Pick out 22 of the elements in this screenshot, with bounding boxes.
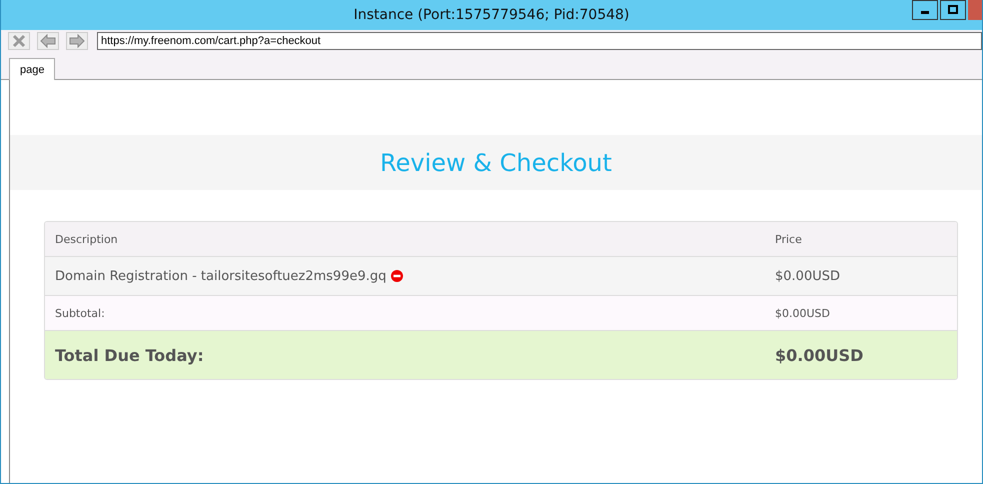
address-field[interactable]: https://my.freenom.com/cart.php?a=checkout bbox=[97, 32, 982, 50]
description-cell: Total Due Today: bbox=[55, 346, 204, 364]
window-title: Instance (Port:1575779546; Pid:70548) bbox=[354, 7, 630, 23]
right-arrow-icon bbox=[69, 34, 85, 48]
stop-button[interactable] bbox=[8, 32, 30, 50]
minimize-button[interactable] bbox=[912, 0, 938, 20]
column-header: Price bbox=[775, 232, 803, 246]
column-header: Description bbox=[55, 232, 119, 246]
page-heading: Review & Checkout bbox=[380, 148, 612, 176]
close-icon bbox=[11, 33, 27, 49]
maximize-icon bbox=[948, 5, 958, 15]
forward-button[interactable] bbox=[66, 32, 88, 50]
price-cell-text: $0.00USD bbox=[775, 306, 831, 320]
maximize-button[interactable] bbox=[940, 0, 966, 20]
description-cell: Subtotal: bbox=[55, 306, 105, 320]
price-cell-text: $0.00USD bbox=[775, 346, 864, 364]
description-cell: Domain Registration - tailorsitesoftuez2ms99e9.gq bbox=[55, 268, 386, 284]
back-button[interactable] bbox=[37, 32, 59, 50]
remove-icon[interactable] bbox=[391, 270, 404, 282]
left-arrow-icon bbox=[40, 34, 56, 48]
page-tab[interactable]: page bbox=[9, 58, 56, 80]
price-cell-text: $0.00USD bbox=[775, 268, 841, 284]
